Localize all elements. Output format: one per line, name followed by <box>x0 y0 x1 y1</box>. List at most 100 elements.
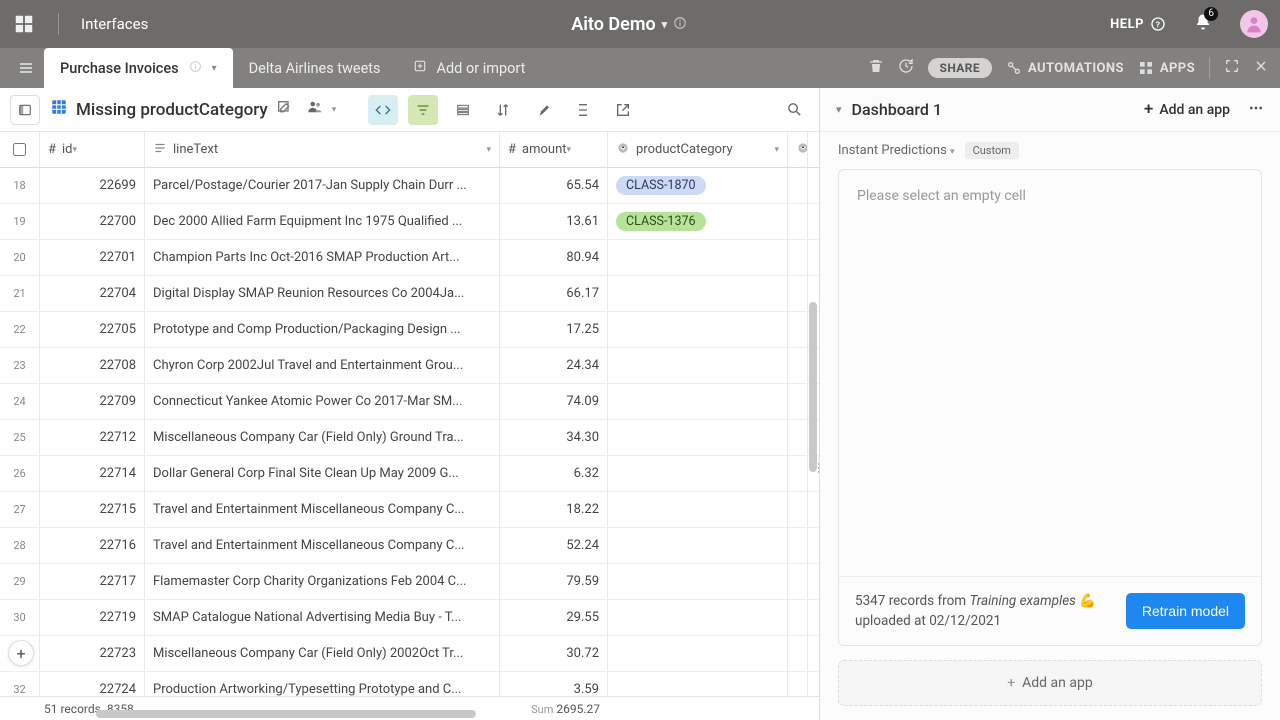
cell-extra[interactable] <box>788 168 808 203</box>
column-header-productcategory[interactable]: productCategory ▾ <box>608 132 788 167</box>
cell-extra[interactable] <box>788 348 808 383</box>
add-app-box[interactable]: + Add an app <box>838 660 1262 706</box>
interfaces-link[interactable]: Interfaces <box>81 15 148 33</box>
table-row[interactable]: 2822716Travel and Entertainment Miscella… <box>0 528 819 564</box>
cell-productcategory[interactable] <box>608 384 788 419</box>
column-caret-icon[interactable]: ▾ <box>486 145 491 155</box>
menu-button[interactable] <box>8 52 44 84</box>
cell-id[interactable]: 22723 <box>40 636 145 671</box>
apps-button[interactable]: APPS <box>1138 60 1195 76</box>
share-button[interactable]: SHARE <box>928 58 992 78</box>
info-icon[interactable] <box>673 14 687 35</box>
cell-amount[interactable]: 18.22 <box>500 492 608 527</box>
cell-productcategory[interactable] <box>608 276 788 311</box>
cell-amount[interactable]: 3.59 <box>500 672 608 696</box>
dashboard-caret-icon[interactable]: ▾ <box>836 103 842 116</box>
cell-amount[interactable]: 66.17 <box>500 276 608 311</box>
cell-linetext[interactable]: Production Artworking/Typesetting Protot… <box>145 672 500 696</box>
cell-productcategory[interactable] <box>608 600 788 635</box>
cell-linetext[interactable]: Prototype and Comp Production/Packaging … <box>145 312 500 347</box>
cell-extra[interactable] <box>788 564 808 599</box>
history-icon[interactable] <box>898 58 914 78</box>
cell-amount[interactable]: 17.25 <box>500 312 608 347</box>
code-toggle[interactable] <box>368 95 398 125</box>
select-all-checkbox[interactable] <box>0 132 40 167</box>
tab-delta-airlines[interactable]: Delta Airlines tweets <box>233 48 397 88</box>
table-row[interactable]: 3022719SMAP Catalogue National Advertisi… <box>0 600 819 636</box>
cell-extra[interactable] <box>788 240 808 275</box>
cell-extra[interactable] <box>788 384 808 419</box>
cell-extra[interactable] <box>788 528 808 563</box>
table-row[interactable]: 3222724Production Artworking/Typesetting… <box>0 672 819 696</box>
cell-amount[interactable]: 52.24 <box>500 528 608 563</box>
tab-caret-icon[interactable]: ▾ <box>212 63 217 74</box>
vertical-scrollbar[interactable] <box>809 302 817 472</box>
cell-id[interactable]: 22724 <box>40 672 145 696</box>
column-caret-icon[interactable]: ▾ <box>774 145 779 155</box>
help-link[interactable]: HELP ? <box>1110 16 1166 32</box>
cell-productcategory[interactable] <box>608 456 788 491</box>
cell-amount[interactable]: 29.55 <box>500 600 608 635</box>
cell-id[interactable]: 22716 <box>40 528 145 563</box>
cell-productcategory[interactable] <box>608 420 788 455</box>
app-logo[interactable] <box>12 12 36 36</box>
cell-productcategory[interactable] <box>608 636 788 671</box>
workspace-caret-icon[interactable]: ▾ <box>662 18 668 31</box>
group-toggle[interactable] <box>448 95 478 125</box>
automations-button[interactable]: AUTOMATIONS <box>1006 60 1124 76</box>
search-button[interactable] <box>779 95 809 125</box>
predictions-dropdown[interactable]: Instant Predictions ▾ <box>838 143 955 158</box>
cell-productcategory[interactable] <box>608 672 788 696</box>
table-row[interactable]: 2322708Chyron Corp 2002Jul Travel and En… <box>0 348 819 384</box>
panel-toggle-button[interactable] <box>10 95 40 125</box>
cell-amount[interactable]: 74.09 <box>500 384 608 419</box>
view-title[interactable]: Missing productCategory <box>76 100 268 120</box>
table-row[interactable]: 1822699Parcel/Postage/Courier 2017-Jan S… <box>0 168 819 204</box>
column-header-linetext[interactable]: lineText ▾ <box>145 132 500 167</box>
cell-productcategory[interactable] <box>608 348 788 383</box>
cell-productcategory[interactable] <box>608 240 788 275</box>
cell-linetext[interactable]: Miscellaneous Company Car (Field Only) G… <box>145 420 500 455</box>
cell-linetext[interactable]: Parcel/Postage/Courier 2017-Jan Supply C… <box>145 168 500 203</box>
cell-amount[interactable]: 30.72 <box>500 636 608 671</box>
cell-amount[interactable]: 34.30 <box>500 420 608 455</box>
cell-linetext[interactable]: Dec 2000 Allied Farm Equipment Inc 1975 … <box>145 204 500 239</box>
share-view-icon[interactable] <box>608 95 638 125</box>
row-height-toggle[interactable] <box>568 95 598 125</box>
cell-id[interactable]: 22717 <box>40 564 145 599</box>
retrain-model-button[interactable]: Retrain model <box>1126 593 1245 629</box>
column-caret-icon[interactable]: ▾ <box>73 145 78 155</box>
cell-id[interactable]: 22715 <box>40 492 145 527</box>
dashboard-more-icon[interactable] <box>1248 100 1264 120</box>
expand-icon[interactable] <box>1224 58 1240 78</box>
add-or-import-button[interactable]: Add or import <box>397 48 542 88</box>
cell-linetext[interactable]: Connecticut Yankee Atomic Power Co 2017-… <box>145 384 500 419</box>
trash-icon[interactable] <box>868 58 884 78</box>
cell-productcategory[interactable] <box>608 528 788 563</box>
table-row[interactable]: 2722715Travel and Entertainment Miscella… <box>0 492 819 528</box>
cell-linetext[interactable]: Miscellaneous Company Car (Field Only) 2… <box>145 636 500 671</box>
sort-toggle[interactable] <box>488 95 518 125</box>
cell-productcategory[interactable]: CLASS-1376 <box>608 204 788 239</box>
color-toggle[interactable] <box>528 95 558 125</box>
workspace-title[interactable]: Aito Demo <box>571 14 655 35</box>
cell-id[interactable]: 22704 <box>40 276 145 311</box>
cell-linetext[interactable]: Dollar General Corp Final Site Clean Up … <box>145 456 500 491</box>
column-header-id[interactable]: #id ▾ <box>40 132 145 167</box>
collaborators-icon[interactable] <box>306 98 324 121</box>
table-row[interactable]: 2522712Miscellaneous Company Car (Field … <box>0 420 819 456</box>
cell-linetext[interactable]: Chyron Corp 2002Jul Travel and Entertain… <box>145 348 500 383</box>
tab-purchase-invoices[interactable]: Purchase Invoices ▾ <box>44 48 233 88</box>
cell-extra[interactable] <box>788 276 808 311</box>
cell-linetext[interactable]: Flamemaster Corp Charity Organizations F… <box>145 564 500 599</box>
table-row[interactable]: 2122704Digital Display SMAP Reunion Reso… <box>0 276 819 312</box>
table-row[interactable]: 2022701Champion Parts Inc Oct-2016 SMAP … <box>0 240 819 276</box>
table-row[interactable]: 1922700Dec 2000 Allied Farm Equipment In… <box>0 204 819 240</box>
cell-productcategory[interactable] <box>608 312 788 347</box>
cell-productcategory[interactable]: CLASS-1870 <box>608 168 788 203</box>
table-row[interactable]: 2422709Connecticut Yankee Atomic Power C… <box>0 384 819 420</box>
add-row-button[interactable]: + <box>8 640 34 666</box>
view-caret-icon[interactable]: ▾ <box>332 105 337 115</box>
cell-id[interactable]: 22719 <box>40 600 145 635</box>
cell-extra[interactable] <box>788 204 808 239</box>
